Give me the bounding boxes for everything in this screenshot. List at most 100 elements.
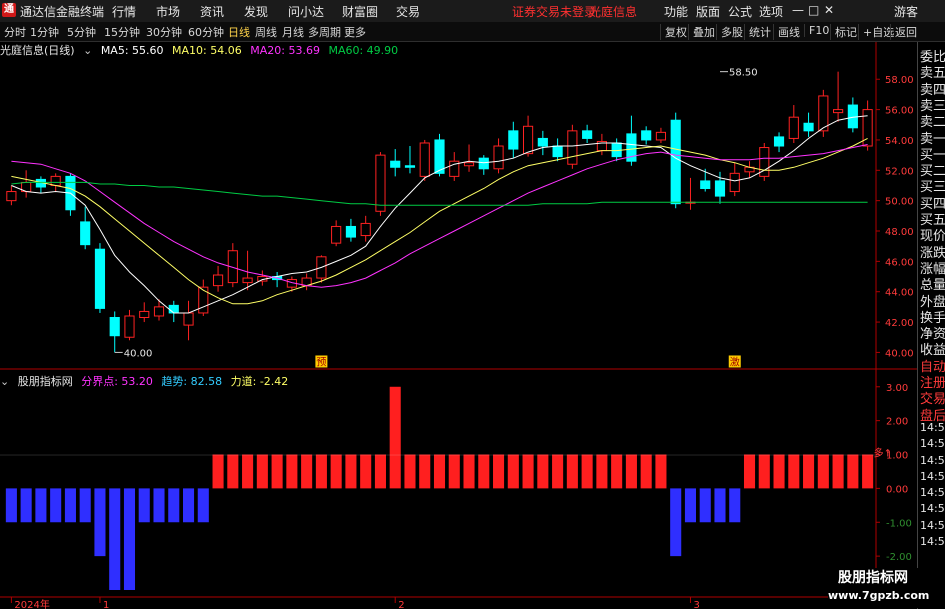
indicator-bar xyxy=(448,454,460,489)
indicator-bar xyxy=(345,454,357,489)
candle-down xyxy=(803,122,814,132)
menu-zixun[interactable]: 资讯 xyxy=(200,3,224,20)
indicator-bar xyxy=(714,488,726,523)
back-button[interactable]: 返回 xyxy=(890,24,917,40)
chart-area[interactable]: 40.00 42.00 44.00 46.00 48.00 50.00 52.00 54.00… xyxy=(0,42,917,609)
candle-up xyxy=(833,109,844,114)
indicator-bar xyxy=(847,454,859,489)
candle-down xyxy=(641,130,652,141)
menu-jiaoyi[interactable]: 交易 xyxy=(396,3,420,20)
mark-button[interactable]: 标记 xyxy=(830,24,857,40)
menu-gongneng[interactable]: 功能 xyxy=(664,3,688,20)
menu-gongshi[interactable]: 公式 xyxy=(728,3,752,20)
tab-weekly[interactable]: 周线 xyxy=(255,24,277,40)
indicator-bar xyxy=(478,454,490,489)
menu-hangqing[interactable]: 行情 xyxy=(112,3,136,20)
indicator-bar xyxy=(64,488,76,523)
indicator-bar xyxy=(640,454,652,489)
ind-tick-label-1: 2.00 xyxy=(886,417,908,428)
candle-down xyxy=(508,130,519,150)
signal-label-3: 激 xyxy=(730,355,740,368)
indicator-bar xyxy=(182,488,195,523)
indicator-bar xyxy=(256,454,268,489)
tab-15min[interactable]: 15分钟 xyxy=(104,24,140,40)
ind-tick-label-3: 0.00 xyxy=(886,484,908,495)
menu-shichang[interactable]: 市场 xyxy=(156,3,180,20)
menu-caifuquan[interactable]: 财富圈 xyxy=(342,3,378,20)
candle-down xyxy=(670,119,681,205)
price-tick-label-6: 52.00 xyxy=(885,166,914,177)
restore-rights-button[interactable]: 复权 xyxy=(660,24,687,40)
overlay-button[interactable]: 叠加 xyxy=(688,24,715,40)
tab-30min[interactable]: 30分钟 xyxy=(146,24,182,40)
candle-up xyxy=(212,274,224,287)
current-stock-name: 光庭信息 xyxy=(589,5,638,19)
side-time-2: 14:56 xyxy=(920,453,945,467)
f10-button[interactable]: F10 xyxy=(804,24,829,37)
guest-login[interactable]: 游客 xyxy=(894,3,918,20)
menu-xuanxiang[interactable]: 选项 xyxy=(759,3,783,20)
indicator-bar xyxy=(463,454,475,489)
candle-up xyxy=(360,222,371,237)
indicator-bar xyxy=(168,488,180,523)
price-tick-label-0: 40.00 xyxy=(885,348,914,359)
menu-wenxiaoda[interactable]: 问小达 xyxy=(288,3,324,20)
candle-up xyxy=(567,130,578,165)
side-time-4: 14:56 xyxy=(920,486,945,500)
indicator-bar xyxy=(611,454,623,489)
candle-up xyxy=(139,310,150,319)
candle-down xyxy=(434,139,445,174)
time-tick-label-0: 2024年 xyxy=(14,598,49,609)
time-tick-label-1: 1 xyxy=(103,600,109,609)
side-time-0: 14:56 xyxy=(920,420,945,434)
price-tick-label-5: 50.00 xyxy=(885,197,914,208)
side-time-1: 14:56 xyxy=(920,437,945,451)
indicator-bar xyxy=(330,454,342,489)
price-tick-label-7: 54.00 xyxy=(885,136,914,147)
stats-button[interactable]: 统计 xyxy=(744,24,771,40)
candle-up xyxy=(463,162,475,167)
candle-up xyxy=(153,306,165,317)
multi-stock-button[interactable]: 多股 xyxy=(716,24,743,40)
add-favorite-button[interactable]: +自选 xyxy=(858,24,894,40)
indicator-bar xyxy=(301,454,313,489)
tab-60min[interactable]: 60分钟 xyxy=(188,24,224,40)
draw-line-button[interactable]: 画线 xyxy=(773,24,800,40)
indicator-bar xyxy=(404,454,416,489)
candle-down xyxy=(537,137,548,147)
tab-more[interactable]: 更多 xyxy=(344,24,366,40)
minimize-icon[interactable]: — xyxy=(792,3,804,17)
indicator-bar xyxy=(817,454,829,489)
candle-down xyxy=(345,225,357,238)
indicator-bar xyxy=(773,454,785,489)
side-time-6: 14:56 xyxy=(920,518,945,532)
maximize-icon[interactable]: □ xyxy=(808,3,819,17)
candle-down xyxy=(168,304,179,314)
indicator-bar xyxy=(315,454,327,489)
tab-fenshi[interactable]: 分时 xyxy=(4,24,26,40)
candle-down xyxy=(478,157,489,170)
tab-daily[interactable]: 日线 xyxy=(228,24,250,40)
close-icon[interactable]: ✕ xyxy=(824,3,834,17)
tab-monthly[interactable]: 月线 xyxy=(282,24,304,40)
candle-up xyxy=(124,315,135,338)
candle-up xyxy=(522,125,534,155)
indicator-bar xyxy=(20,488,32,523)
indicator-bar xyxy=(862,454,874,489)
indicator-bar xyxy=(109,488,121,590)
menu-banmian[interactable]: 版面 xyxy=(696,3,720,20)
indicator-bar xyxy=(699,488,711,523)
indicator-bar xyxy=(360,454,372,489)
tab-multi-period[interactable]: 多周期 xyxy=(308,24,341,40)
price-tick-label-3: 46.00 xyxy=(885,257,914,268)
menu-faxian[interactable]: 发现 xyxy=(244,3,268,20)
candle-down xyxy=(700,180,711,190)
tab-5min[interactable]: 5分钟 xyxy=(67,24,96,40)
extreme-label-1: 40.00 xyxy=(124,348,153,359)
indicator-bar xyxy=(788,454,800,489)
tab-1min[interactable]: 1分钟 xyxy=(30,24,59,40)
quote-side-panel: 委比 卖五 卖四 卖三 卖二 卖一 买一 买二 买三 买四 买五 现价 涨跌 涨幅 总量 外盘 换手 净资 收益 自动… xyxy=(917,42,945,609)
candle-up xyxy=(198,286,209,314)
trade-login-warning[interactable]: 证券交易未登录 xyxy=(512,3,596,20)
indicator-bar xyxy=(729,488,741,523)
